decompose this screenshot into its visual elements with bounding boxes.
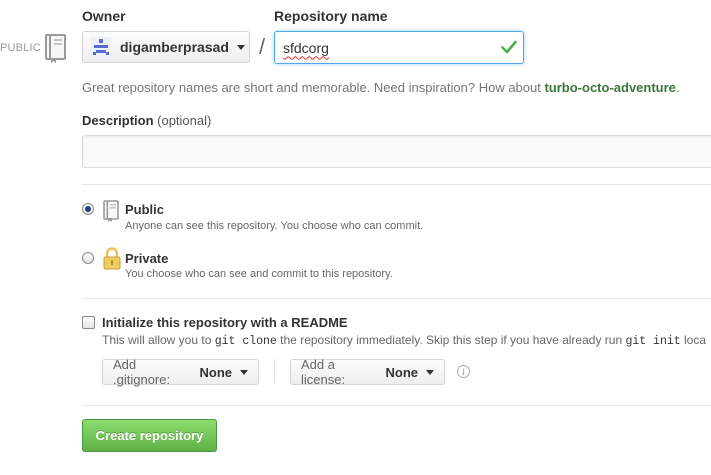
gitignore-prefix: Add .gitignore:: [113, 357, 171, 387]
private-option-title: Private: [125, 251, 169, 266]
caret-down-icon: [240, 369, 248, 375]
private-option-subtitle: You choose who can see and commit to thi…: [125, 268, 393, 280]
readme-checkbox[interactable]: [82, 316, 95, 329]
public-radio[interactable]: [82, 203, 94, 215]
visibility-tag: PUBLIC: [0, 42, 41, 54]
divider: [82, 405, 711, 406]
readme-title: Initialize this repository with a README: [102, 315, 348, 330]
caret-down-icon: [426, 369, 434, 375]
description-input[interactable]: [82, 135, 711, 168]
owner-select-button[interactable]: digamberprasad: [82, 31, 250, 63]
owner-avatar: [91, 37, 111, 57]
repository-name-label: Repository name: [274, 8, 388, 24]
gitignore-select[interactable]: Add .gitignore: None: [102, 357, 259, 387]
repo-book-icon: [45, 34, 66, 63]
caret-down-icon: [236, 44, 245, 50]
readme-subtitle: This will allow you to git clone the rep…: [102, 333, 707, 348]
gitignore-value: None: [199, 364, 233, 380]
check-icon: [501, 40, 517, 54]
description-label: Description (optional): [82, 113, 212, 128]
divider: [82, 184, 711, 185]
name-suggestion[interactable]: turbo-octo-adventure: [544, 80, 675, 95]
public-option-subtitle: Anyone can see this repository. You choo…: [125, 220, 424, 232]
select-separator: [274, 359, 275, 383]
repository-name-value: sfdcorg: [283, 39, 329, 56]
owner-name: digamberprasad: [120, 39, 229, 55]
public-repo-icon: [103, 200, 119, 222]
create-repository-button[interactable]: Create repository: [82, 419, 217, 452]
public-option-title: Public: [125, 202, 165, 217]
repository-name-input[interactable]: sfdcorg: [274, 31, 524, 64]
lock-icon: [103, 247, 121, 270]
owner-label: Owner: [82, 8, 126, 24]
license-value: None: [385, 364, 419, 380]
owner-repo-separator: /: [259, 34, 266, 59]
license-prefix: Add a license:: [301, 357, 346, 387]
divider: [82, 298, 711, 299]
name-hint: Great repository names are short and mem…: [82, 80, 680, 95]
license-select[interactable]: Add a license: None: [290, 357, 445, 387]
private-radio[interactable]: [82, 252, 94, 264]
info-icon[interactable]: i: [457, 365, 470, 378]
